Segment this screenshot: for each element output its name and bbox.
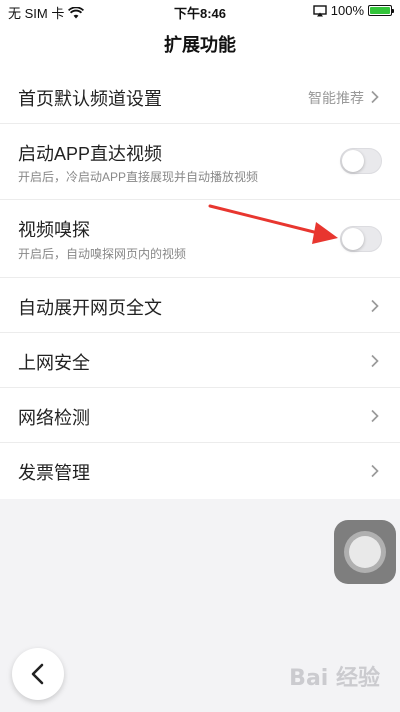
status-bar: 无 SIM 卡 下午8:46 100% [0,0,400,22]
settings-item-label: 启动APP直达视频 [18,144,163,164]
settings-item-home-channel[interactable]: 首页默认频道设置 智能推荐 [0,70,400,124]
settings-item-subtitle: 开启后，自动嗅探网页内的视频 [18,247,187,261]
settings-item-label: 视频嗅探 [18,220,90,240]
battery-percent: 100% [330,3,364,18]
chevron-right-icon [371,354,379,368]
chevron-right-icon [371,409,379,423]
chevron-left-icon [31,663,44,685]
toggle-knob [342,228,364,250]
battery-icon [368,5,394,16]
status-right: 100% [313,3,394,18]
back-button[interactable] [12,648,64,700]
settings-item-video-sniff: 视频嗅探 开启后，自动嗅探网页内的视频 [0,200,400,278]
airplay-icon [313,4,327,16]
settings-item-label: 网络检测 [18,408,90,428]
assistive-touch-ring [344,531,386,573]
chevron-right-icon [371,464,379,478]
launch-video-toggle[interactable] [340,148,382,174]
settings-item-subtitle: 开启后，冷启动APP直接展现并自动播放视频 [18,170,259,184]
chevron-right-icon [371,90,379,104]
settings-item-network-check[interactable]: 网络检测 [0,388,400,443]
video-sniff-toggle[interactable] [340,226,382,252]
settings-list: 首页默认频道设置 智能推荐 启动APP直达视频 开启后，冷启动APP直接展现并自… [0,70,400,499]
assistive-touch-core [349,536,381,568]
settings-item-launch-video: 启动APP直达视频 开启后，冷启动APP直接展现并自动播放视频 [0,124,400,200]
page-title: 扩展功能 [0,22,400,70]
settings-item-label: 上网安全 [18,353,90,373]
settings-item-label: 自动展开网页全文 [18,298,162,318]
settings-item-web-security[interactable]: 上网安全 [0,333,400,388]
watermark-logo: Bai 经验 [289,666,380,691]
settings-item-label: 发票管理 [18,463,90,483]
battery-fill [370,7,390,14]
settings-item-expand-page[interactable]: 自动展开网页全文 [0,278,400,333]
toggle-knob [342,150,364,172]
settings-item-invoice[interactable]: 发票管理 [0,443,400,499]
assistive-touch-button[interactable] [334,520,396,584]
settings-item-value: 智能推荐 [308,90,364,106]
settings-item-label: 首页默认频道设置 [18,89,162,109]
chevron-right-icon [371,299,379,313]
